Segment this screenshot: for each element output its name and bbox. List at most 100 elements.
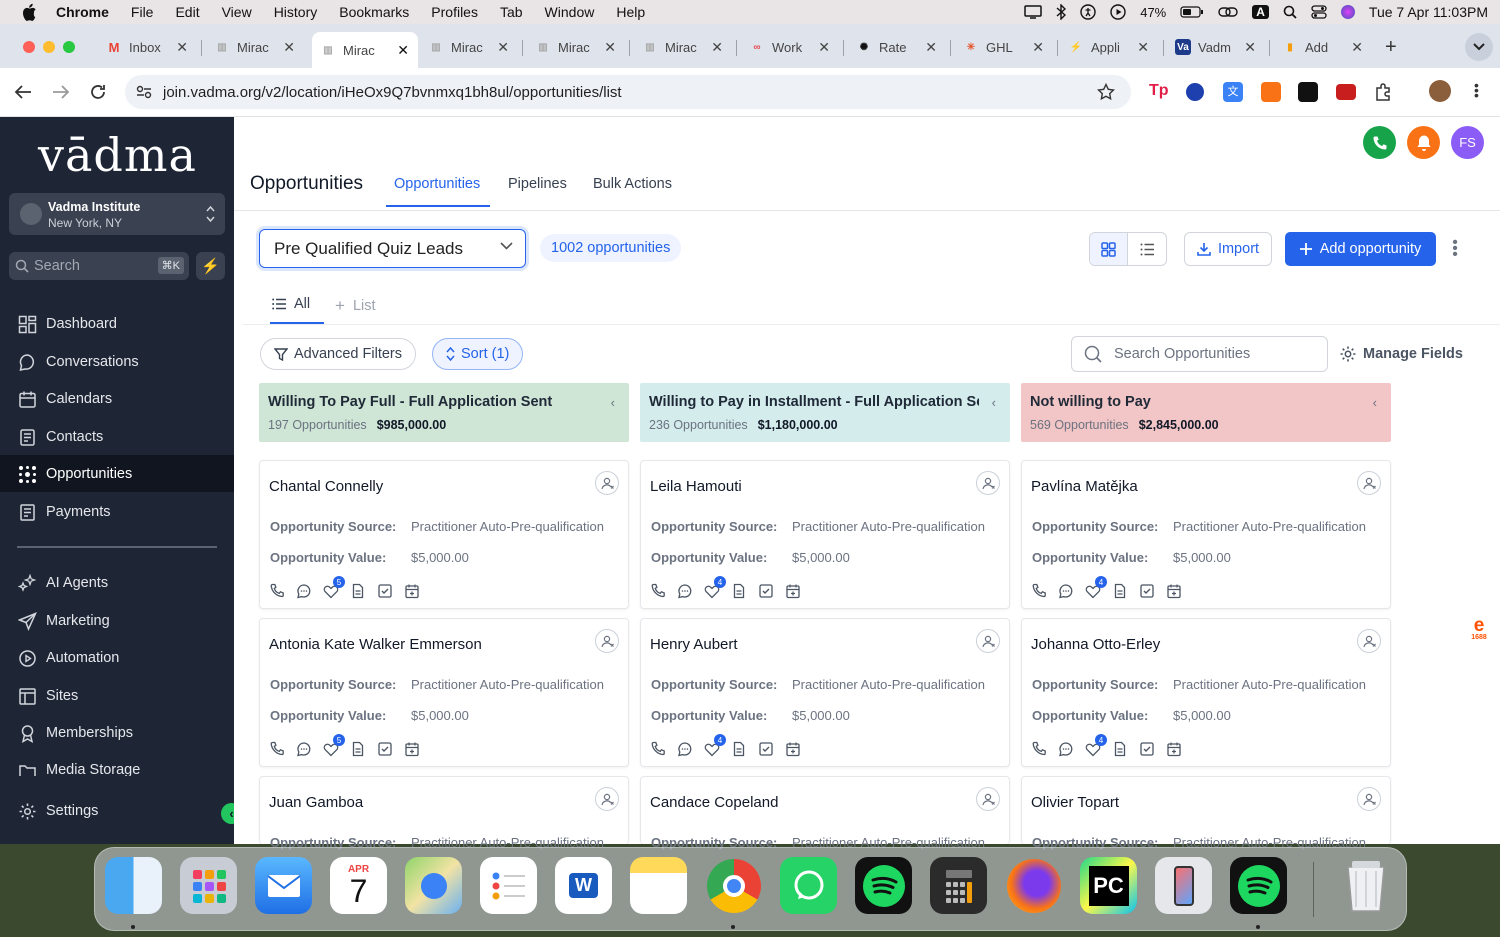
contact-name[interactable]: Olivier Topart [1031,794,1119,811]
tag-icon[interactable]: 4 [1085,576,1107,599]
view-tab-all[interactable]: All [272,296,310,312]
browser-tab-vadma[interactable]: Va Vadm ✕ [1175,32,1256,62]
appointment-icon[interactable] [1166,583,1182,599]
collapse-stage-icon[interactable]: ‹ [611,395,615,410]
site-settings-icon[interactable] [136,85,152,99]
menu-profiles[interactable]: Profiles [431,4,478,20]
extension-red-icon[interactable] [1336,84,1356,100]
menu-tab[interactable]: Tab [500,4,523,20]
phone-icon[interactable] [650,741,666,757]
sidebar-item-payments[interactable]: Payments [0,493,234,530]
manage-fields-button[interactable]: Manage Fields [1339,345,1463,363]
opportunity-card[interactable]: Pavlína Matějka Opportunity Source: Practi… [1021,460,1391,609]
tab-pipelines[interactable]: Pipelines [508,176,567,192]
bookmark-star-icon[interactable] [1097,83,1115,101]
sidebar-item-media-storage[interactable]: Media Storage [0,752,234,776]
sort-button[interactable]: Sort (1) [432,338,524,370]
contact-name[interactable]: Pavlína Matějka [1031,478,1138,495]
chat-icon[interactable] [296,741,312,757]
contact-name[interactable]: Henry Aubert [650,636,738,653]
task-icon[interactable] [758,583,774,599]
close-icon[interactable]: ✕ [1244,39,1256,56]
user-avatar[interactable]: FS [1451,126,1484,159]
contact-name[interactable]: Candace Copeland [650,794,778,811]
notes-icon[interactable] [1112,741,1128,757]
apple-icon[interactable] [20,3,38,21]
mail-icon[interactable] [255,857,312,914]
tab-bulk-actions[interactable]: Bulk Actions [593,176,672,192]
advanced-filters-button[interactable]: Advanced Filters [260,338,416,370]
firefox-icon[interactable] [1005,857,1062,914]
sidebar-item-dashboard[interactable]: Dashboard [0,305,234,342]
close-icon[interactable]: ✕ [1137,39,1149,56]
profile-avatar[interactable] [1429,80,1451,102]
close-icon[interactable]: ✕ [497,39,509,56]
notes-icon[interactable] [1112,583,1128,599]
back-icon[interactable] [14,84,32,100]
close-icon[interactable]: ✕ [1351,39,1363,56]
menu-window[interactable]: Window [545,4,595,20]
close-icon[interactable]: ✕ [818,39,830,56]
maps-icon[interactable] [405,857,462,914]
opportunity-card[interactable]: Henry Aubert Opportunity Source: Practitio… [640,618,1010,767]
tag-icon[interactable]: 4 [704,734,726,757]
assign-user-button[interactable] [595,787,619,811]
chat-icon[interactable] [677,741,693,757]
browser-tab-mirac-1[interactable]: ▥ Mirac ✕ [214,32,295,62]
opportunity-card[interactable]: Juan Gamboa Opportunity Source: Practition… [259,776,629,850]
tag-icon[interactable]: 4 [704,576,726,599]
phone-icon[interactable] [269,741,285,757]
more-options-icon[interactable]: • • • [1450,235,1460,263]
opportunity-card[interactable]: Chantal Connelly Opportunity Source: Pract… [259,460,629,609]
translate-icon[interactable]: 文 [1223,82,1243,102]
task-icon[interactable] [377,741,393,757]
chrome-menu-icon[interactable]: • • • [1474,78,1479,102]
clock[interactable]: Tue 7 Apr 11:03PM [1369,4,1488,20]
phone-icon[interactable] [1031,741,1047,757]
menu-chrome[interactable]: Chrome [56,4,109,20]
notes-icon[interactable] [731,583,747,599]
browser-tab-appli[interactable]: ⚡ Appli ✕ [1068,32,1149,62]
close-icon[interactable]: ✕ [397,42,409,59]
contact-name[interactable]: Chantal Connelly [269,478,383,495]
task-icon[interactable] [1139,741,1155,757]
menu-help[interactable]: Help [616,4,645,20]
browser-tab-rate[interactable]: ✺ Rate ✕ [856,32,937,62]
phone-icon[interactable] [1031,583,1047,599]
add-list-button[interactable]: + List [335,296,376,316]
spotlight-icon[interactable] [1283,5,1297,19]
appointment-icon[interactable] [785,741,801,757]
vadma-logo[interactable]: vādma [38,128,197,182]
phone-button[interactable] [1363,126,1396,159]
iphone-mirroring-icon[interactable] [1155,857,1212,914]
close-icon[interactable]: ✕ [604,39,616,56]
list-view-button[interactable] [1128,233,1166,265]
tag-icon[interactable]: 4 [1085,734,1107,757]
extension-black-icon[interactable] [1298,82,1318,102]
assign-user-button[interactable] [595,629,619,653]
close-window-button[interactable] [23,41,35,53]
opportunity-card[interactable]: Candace Copeland Opportunity Source: Pract… [640,776,1010,850]
1688-extension-button[interactable]: e 1688 [1458,613,1500,651]
minimize-window-button[interactable] [43,41,55,53]
browser-tab-work[interactable]: ∞ Work ✕ [749,32,830,62]
menu-edit[interactable]: Edit [175,4,199,20]
appointment-icon[interactable] [1166,741,1182,757]
play-icon[interactable] [1110,4,1126,20]
reload-icon[interactable] [89,83,107,101]
add-opportunity-button[interactable]: Add opportunity [1285,232,1436,266]
contact-name[interactable]: Johanna Otto-Erley [1031,636,1160,653]
chat-icon[interactable] [296,583,312,599]
chat-icon[interactable] [1058,583,1074,599]
search-opportunities-input[interactable]: Search Opportunities [1071,336,1328,372]
spotify-icon[interactable] [855,857,912,914]
trash-icon[interactable] [1337,857,1394,914]
reminders-icon[interactable] [480,857,537,914]
browser-tab-mirac-3[interactable]: ▥ Mirac ✕ [428,32,509,62]
sidebar-item-contacts[interactable]: Contacts [0,418,234,455]
assign-user-button[interactable] [595,471,619,495]
notifications-button[interactable] [1407,126,1440,159]
opportunity-card[interactable]: Johanna Otto-Erley Opportunity Source: Pra… [1021,618,1391,767]
tag-icon[interactable]: 5 [323,576,345,599]
task-icon[interactable] [758,741,774,757]
